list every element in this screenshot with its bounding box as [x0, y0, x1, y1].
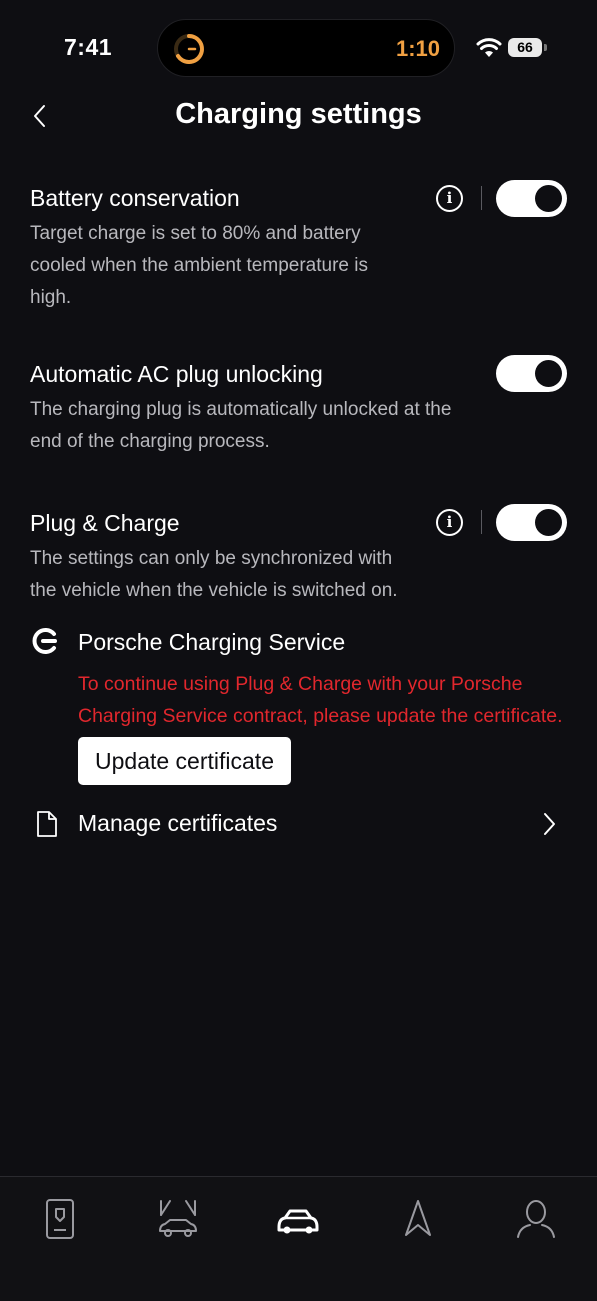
setting-title: Plug & Charge: [30, 510, 180, 536]
tab-bar: [0, 1176, 597, 1301]
toggle-knob: [535, 509, 562, 536]
nav-header: Charging settings: [0, 96, 597, 136]
status-bar: 7:41 1:10 66: [0, 0, 597, 96]
setting-description: Target charge is set to 80% and battery …: [30, 223, 368, 308]
porsche-charging-service-icon: [32, 628, 57, 654]
plug-and-charge-toggle[interactable]: [496, 504, 567, 541]
chevron-right-icon: [544, 813, 555, 835]
page-title: Charging settings: [175, 98, 422, 130]
certificate-warning: To continue using Plug & Charge with you…: [78, 673, 563, 727]
setting-description: The charging plug is automatically unloc…: [30, 399, 452, 452]
wifi-icon: [476, 38, 502, 57]
car-lift-icon[interactable]: [156, 1197, 200, 1241]
charging-service-title: Porsche Charging Service: [78, 629, 346, 655]
battery-nub: [544, 44, 547, 51]
setting-battery-conservation: Battery conservation Target charge is se…: [30, 184, 570, 314]
manage-certificates-label: Manage certificates: [78, 810, 278, 836]
navigation-icon[interactable]: [396, 1197, 440, 1241]
divider: [481, 510, 482, 534]
battery-indicator: 66: [508, 38, 542, 57]
manage-certificates-row[interactable]: Manage certificates: [0, 800, 597, 846]
dynamic-island[interactable]: 1:10: [157, 19, 455, 77]
divider: [481, 186, 482, 210]
setting-title: Battery conservation: [30, 185, 240, 211]
setting-title: Automatic AC plug unlocking: [30, 361, 323, 387]
battery-conservation-toggle[interactable]: [496, 180, 567, 217]
island-timer: 1:10: [395, 36, 440, 61]
profile-icon[interactable]: [514, 1197, 558, 1241]
ac-plug-unlocking-toggle[interactable]: [496, 355, 567, 392]
setting-ac-plug-unlocking: Automatic AC plug unlocking The charging…: [30, 360, 570, 458]
info-icon[interactable]: i: [436, 185, 463, 212]
car-icon[interactable]: [276, 1197, 320, 1241]
vehicle-key-icon[interactable]: [38, 1197, 82, 1241]
update-certificate-button[interactable]: Update certificate: [78, 737, 291, 785]
toggle-knob: [535, 185, 562, 212]
setting-description: The settings can only be synchronized wi…: [30, 548, 398, 601]
setting-plug-and-charge: Plug & Charge The settings can only be s…: [30, 509, 570, 607]
charging-timer-ring-icon: [174, 34, 204, 64]
toggle-knob: [535, 360, 562, 387]
info-icon[interactable]: i: [436, 509, 463, 536]
document-icon: [37, 811, 57, 837]
status-time: 7:41: [64, 34, 113, 60]
